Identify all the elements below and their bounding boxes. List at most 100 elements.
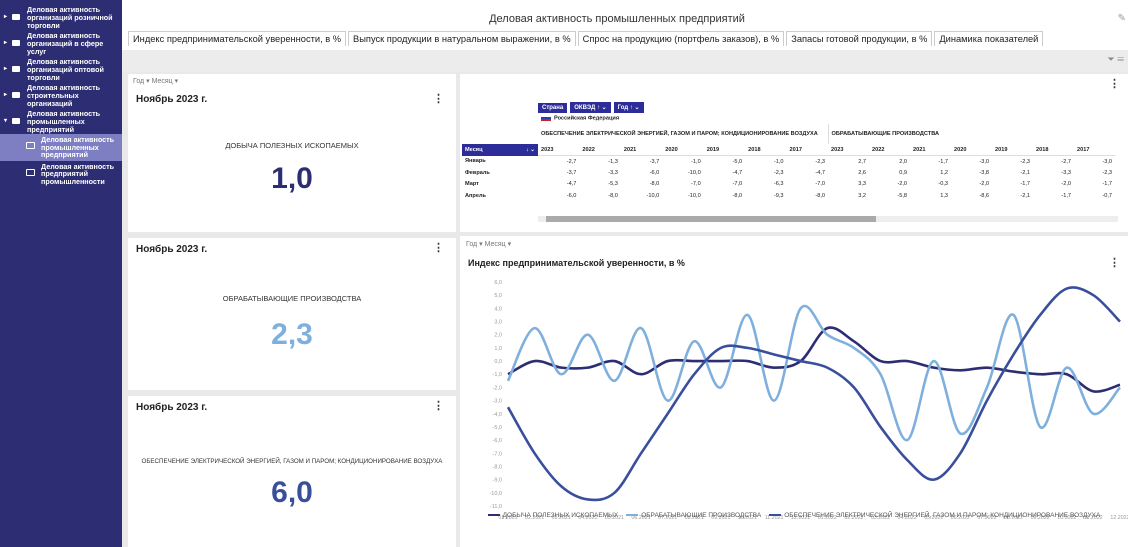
year-header: 2021 bbox=[620, 144, 663, 156]
edit-icon[interactable]: ✎ bbox=[1118, 13, 1126, 24]
card-filters[interactable]: Год ▾ Месяц ▾ bbox=[133, 77, 178, 85]
year-header: 2022 bbox=[869, 144, 910, 156]
y-tick-label: 5,0 bbox=[494, 293, 502, 299]
year-header: 2023 bbox=[828, 144, 869, 156]
sidebar-item[interactable]: ▸ Деловая активность строительных органи… bbox=[0, 82, 122, 108]
value-cell: -5,3 bbox=[608, 181, 618, 188]
series-line[interactable] bbox=[506, 304, 1121, 442]
chevron-right-icon[interactable]: ▸ bbox=[4, 13, 10, 21]
year-header: 2019 bbox=[992, 144, 1033, 156]
y-tick-label: -2,0 bbox=[493, 385, 502, 391]
value-cell: -2,7 bbox=[1061, 158, 1071, 165]
month-cell: Январь bbox=[465, 158, 486, 165]
sidebar-subitem[interactable]: Деловая активность предприятий промышлен… bbox=[0, 161, 122, 188]
more-icon[interactable]: ⋮ bbox=[1109, 258, 1120, 269]
value-cell: 2,0 bbox=[899, 158, 907, 165]
value-cell: -3,7 bbox=[649, 158, 660, 165]
row-header[interactable]: Месяц ↓ ⌄ bbox=[462, 144, 538, 156]
chart-filters[interactable]: Год ▾ Месяц ▾ bbox=[466, 240, 511, 248]
folder-icon bbox=[12, 66, 20, 72]
scrollbar[interactable] bbox=[538, 216, 1118, 222]
y-tick-label: 1,0 bbox=[494, 346, 502, 352]
chevron-right-icon[interactable]: ▸ bbox=[4, 39, 10, 47]
value-cell: -10,0 bbox=[646, 192, 660, 199]
value-cell: 0,9 bbox=[899, 169, 907, 176]
year-header: 2018 bbox=[1033, 144, 1074, 156]
series-line[interactable] bbox=[506, 286, 1121, 502]
tab[interactable]: Выпуск продукции в натуральном выражении… bbox=[348, 31, 576, 46]
value-cell: -2,0 bbox=[897, 181, 907, 188]
value-cell: -6,0 bbox=[566, 192, 577, 199]
sidebar: ▸ Деловая активность организаций розничн… bbox=[0, 0, 122, 547]
kpi-period: Ноябрь 2023 г. bbox=[136, 402, 208, 413]
kpi-card-energy: Ноябрь 2023 г. ⋮ ОБЕСПЕЧЕНИЕ ЭЛЕКТРИЧЕСК… bbox=[128, 396, 456, 547]
table-row: Март -4,7 -5,3 -8,0 -7,0 -7,0 -6,3 -7,0 3,3 -2,0 -… bbox=[462, 179, 1115, 191]
page-title: Деловая активность промышленных предприя… bbox=[489, 13, 745, 25]
country-label: Российская Федерация bbox=[538, 112, 1115, 124]
value-cell: -1,7 bbox=[1102, 181, 1112, 188]
tab[interactable]: Динамика показателей bbox=[934, 31, 1044, 46]
value-cell: -1,0 bbox=[691, 158, 701, 165]
line-chart: 6,0 5,0 4,0 3,0 2,0 1,0 0,0 -1,0 -2,0 -3,0 -4,0 -5,… bbox=[489, 280, 1128, 521]
legend-item[interactable]: ОБЕСПЕЧЕНИЕ ЭЛЕКТРИЧЕСКОЙ ЭНЕРГИЕЙ, ГАЗО… bbox=[769, 512, 1100, 519]
folder-icon bbox=[12, 92, 20, 98]
y-tick-label: -11,0 bbox=[490, 504, 502, 510]
more-icon[interactable]: ⋮ bbox=[433, 243, 444, 254]
chevron-right-icon[interactable]: ▸ bbox=[4, 65, 10, 73]
sidebar-subitem[interactable]: Деловая активность промышленных предприя… bbox=[0, 134, 122, 161]
more-icon[interactable]: ⋮ bbox=[1109, 79, 1120, 90]
sidebar-item-label: Деловая активность организаций розничной… bbox=[27, 5, 113, 30]
group-header: ОБРАБАТЫВАЮЩИЕ ПРОИЗВОДСТВА bbox=[831, 131, 940, 137]
value-cell: -5,8 bbox=[897, 192, 907, 199]
value-cell: -2,3 bbox=[1020, 158, 1030, 165]
legend-swatch bbox=[769, 514, 782, 517]
sidebar-item[interactable]: ▾ Деловая активность промышленных предпр… bbox=[0, 108, 122, 134]
value-cell: -2,7 bbox=[566, 158, 577, 165]
pivot-card: ⋮ Страна ОКВЭД ↑ ⌄ Год ↑ ⌄ Российская Феде… bbox=[460, 74, 1128, 232]
value-cell: -2,0 bbox=[1061, 181, 1071, 188]
value-cell: -4,7 bbox=[566, 181, 577, 188]
y-tick-label: 4,0 bbox=[494, 306, 502, 312]
chevron-right-icon[interactable]: ▸ bbox=[4, 91, 10, 99]
year-header: 2023 bbox=[538, 144, 580, 156]
kpi-period: Ноябрь 2023 г. bbox=[136, 94, 208, 105]
year-header: 2020 bbox=[662, 144, 704, 156]
y-tick-label: 0,0 bbox=[494, 359, 502, 365]
y-tick-label: -10,0 bbox=[489, 491, 502, 497]
kpi-label: ОБЕСПЕЧЕНИЕ ЭЛЕКТРИЧЕСКОЙ ЭНЕРГИЕЙ, ГАЗО… bbox=[141, 458, 443, 465]
y-tick-label: -9,0 bbox=[493, 478, 502, 484]
value-cell: -2,1 bbox=[1020, 192, 1030, 199]
kpi-card-manufacturing: Ноябрь 2023 г. ⋮ ОБРАБАТЫВАЮЩИЕ ПРОИЗВОД… bbox=[128, 238, 456, 390]
legend-item[interactable]: ОБРАБАТЫВАЮЩИЕ ПРОИЗВОДСТВА bbox=[626, 512, 761, 519]
kpi-card-mining: Год ▾ Месяц ▾ Ноябрь 2023 г. ⋮ ДОБЫЧА ПО… bbox=[128, 74, 456, 232]
y-tick-label: -4,0 bbox=[493, 412, 502, 418]
more-icon[interactable]: ⋮ bbox=[433, 401, 444, 412]
y-tick-label: -5,0 bbox=[493, 425, 502, 431]
filter-icon[interactable]: ⏷ ☰ bbox=[1108, 54, 1124, 65]
legend-item[interactable]: ДОБЫЧА ПОЛЕЗНЫХ ИСКОПАЕМЫХ bbox=[487, 512, 618, 519]
sidebar-subitem-label: Деловая активность предприятий промышлен… bbox=[41, 161, 115, 186]
sidebar-item[interactable]: ▸ Деловая активность организаций в сфере… bbox=[0, 30, 122, 56]
tab[interactable]: Индекс предпринимательской уверенности, … bbox=[128, 31, 347, 46]
kpi-value: 2,3 bbox=[271, 318, 313, 351]
chart-card: Год ▾ Месяц ▾ Индекс предпринимательской… bbox=[460, 236, 1128, 547]
sidebar-item[interactable]: ▸ Деловая активность организаций оптовой… bbox=[0, 56, 122, 82]
table-row: Февраль -3,7 -3,3 -6,0 -10,0 -4,7 -2,3 -4,7 2,6 0… bbox=[462, 167, 1115, 179]
dashboard-icon bbox=[26, 142, 35, 149]
sidebar-item-label: Деловая активность промышленных предприя… bbox=[27, 109, 101, 134]
value-cell: -3,0 bbox=[1102, 158, 1112, 165]
flag-icon bbox=[541, 114, 551, 121]
value-cell: -3,3 bbox=[1061, 169, 1071, 176]
sidebar-item[interactable]: ▸ Деловая активность организаций розничн… bbox=[0, 4, 122, 30]
value-cell: -3,7 bbox=[566, 169, 577, 176]
more-icon[interactable]: ⋮ bbox=[433, 94, 444, 105]
tab[interactable]: Спрос на продукцию (портфель заказов), в… bbox=[577, 31, 785, 46]
value-cell: -8,0 bbox=[608, 192, 618, 199]
pivot-table-wrap[interactable]: Российская Федерация ОБЕСПЕЧЕНИЕ ЭЛЕКТРИЧ… bbox=[462, 112, 1118, 202]
legend-swatch bbox=[487, 514, 500, 517]
tab[interactable]: Запасы готовой продукции, в % bbox=[786, 31, 933, 46]
value-cell: 2,6 bbox=[858, 169, 866, 176]
month-cell: Февраль bbox=[465, 169, 490, 176]
chevron-down-icon[interactable]: ▾ bbox=[4, 117, 10, 125]
kpi-label: ОБРАБАТЫВАЮЩИЕ ПРОИЗВОДСТВА bbox=[222, 294, 362, 303]
